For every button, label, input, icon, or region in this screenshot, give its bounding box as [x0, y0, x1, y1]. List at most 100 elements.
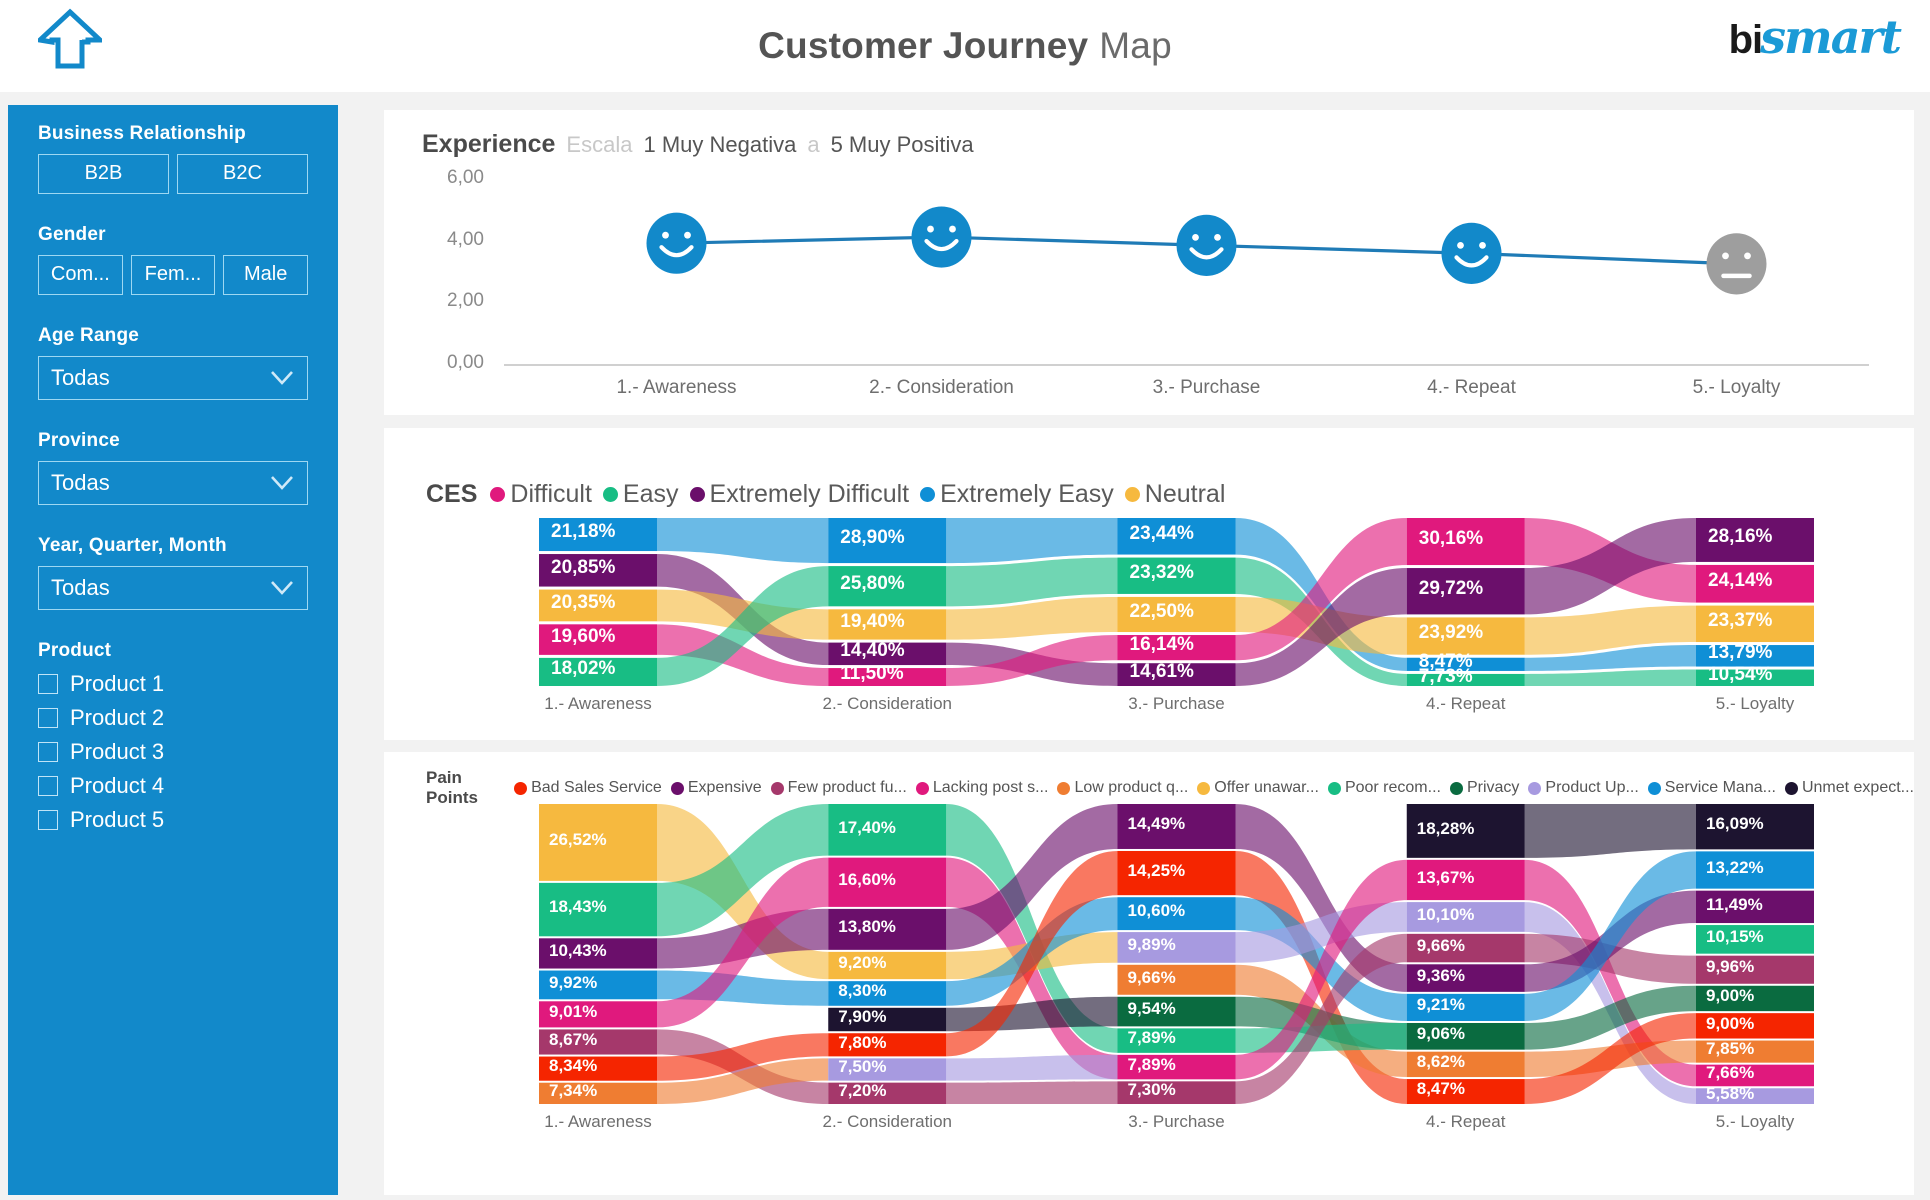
sankey-node[interactable]: [1406, 1079, 1525, 1104]
sankey-node[interactable]: [1696, 1088, 1814, 1104]
sankey-node[interactable]: [828, 566, 947, 607]
sankey-node[interactable]: [1406, 804, 1525, 858]
ces-legend-item[interactable]: Extremely Difficult: [689, 480, 909, 509]
pain-points-legend-item[interactable]: Low product q...: [1057, 779, 1188, 797]
checkbox-icon[interactable]: [38, 742, 58, 762]
pain-points-legend-item[interactable]: Privacy: [1449, 779, 1519, 797]
sankey-node[interactable]: [1117, 964, 1236, 995]
sankey-node[interactable]: [1696, 1013, 1814, 1039]
sankey-node[interactable]: [539, 1001, 657, 1028]
sankey-node[interactable]: [1696, 890, 1814, 924]
sankey-ribbon[interactable]: [1524, 669, 1696, 686]
sankey-node[interactable]: [1696, 925, 1814, 954]
neutral-face-icon[interactable]: [1706, 233, 1767, 295]
sankey-node[interactable]: [1696, 985, 1814, 1012]
pain-points-legend-item[interactable]: Lacking post s...: [915, 779, 1048, 797]
sankey-node[interactable]: [539, 518, 657, 552]
sankey-node[interactable]: [1696, 645, 1814, 667]
sankey-node[interactable]: [1406, 657, 1525, 671]
pain-points-legend-item[interactable]: Service Mana...: [1647, 779, 1776, 797]
sankey-node[interactable]: [828, 951, 947, 980]
province-dropdown[interactable]: Todas: [38, 461, 308, 505]
sankey-node[interactable]: [539, 657, 657, 686]
sankey-node[interactable]: [539, 882, 657, 937]
sankey-ribbon[interactable]: [946, 1054, 1118, 1081]
sankey-node[interactable]: [1117, 804, 1236, 849]
sankey-node[interactable]: [1406, 673, 1525, 686]
sankey-node[interactable]: [1696, 804, 1814, 850]
sankey-node[interactable]: [539, 554, 657, 587]
sankey-node[interactable]: [1696, 955, 1814, 984]
sankey-node[interactable]: [539, 1056, 657, 1081]
happy-face-icon[interactable]: [1441, 222, 1502, 284]
sankey-node[interactable]: [1117, 1081, 1236, 1104]
checkbox-icon[interactable]: [38, 810, 58, 830]
sankey-ribbon[interactable]: [1524, 804, 1696, 858]
pain-points-legend-item[interactable]: Poor recom...: [1327, 779, 1441, 797]
sankey-ribbon[interactable]: [946, 518, 1118, 564]
sankey-ribbon[interactable]: [946, 1081, 1118, 1104]
product-checkbox-row-2[interactable]: Product 2: [38, 705, 308, 731]
sankey-node[interactable]: [1117, 518, 1236, 555]
br-option-b2c[interactable]: B2C: [177, 154, 308, 194]
product-checkbox-row-3[interactable]: Product 3: [38, 739, 308, 765]
sankey-node[interactable]: [1696, 1040, 1814, 1063]
sankey-node[interactable]: [1696, 669, 1814, 686]
sankey-node[interactable]: [828, 518, 947, 564]
sankey-node[interactable]: [828, 908, 947, 950]
sankey-node[interactable]: [828, 642, 947, 666]
happy-face-icon[interactable]: [911, 206, 972, 268]
sankey-node[interactable]: [1406, 933, 1525, 963]
sankey-node[interactable]: [539, 1082, 657, 1104]
gender-option-female[interactable]: Fem...: [130, 255, 216, 295]
sankey-node[interactable]: [1406, 902, 1525, 932]
sankey-node[interactable]: [828, 1058, 947, 1081]
sankey-node[interactable]: [1117, 557, 1236, 594]
pain-points-legend-item[interactable]: Product Up...: [1528, 779, 1639, 797]
checkbox-icon[interactable]: [38, 776, 58, 796]
pain-points-legend-item[interactable]: Unmet expect...: [1784, 779, 1914, 797]
product-checkbox-row-4[interactable]: Product 4: [38, 773, 308, 799]
checkbox-icon[interactable]: [38, 708, 58, 728]
sankey-node[interactable]: [1117, 1054, 1236, 1080]
happy-face-icon[interactable]: [646, 212, 707, 274]
ces-legend-item[interactable]: Neutral: [1124, 480, 1225, 509]
sankey-node[interactable]: [828, 981, 947, 1006]
sankey-node[interactable]: [1696, 518, 1814, 562]
sankey-node[interactable]: [1117, 596, 1236, 633]
sankey-node[interactable]: [1696, 851, 1814, 889]
sankey-node[interactable]: [1117, 932, 1236, 963]
sankey-node[interactable]: [828, 609, 947, 640]
sankey-node[interactable]: [1406, 518, 1525, 566]
sankey-node[interactable]: [1406, 1051, 1525, 1078]
sankey-node[interactable]: [1117, 897, 1236, 931]
sankey-node[interactable]: [1696, 1064, 1814, 1087]
period-dropdown[interactable]: Todas: [38, 566, 308, 610]
sankey-node[interactable]: [539, 804, 657, 881]
sankey-node[interactable]: [1696, 564, 1814, 603]
sankey-node[interactable]: [1117, 663, 1236, 686]
sankey-node[interactable]: [1406, 993, 1525, 1021]
pain-points-legend-item[interactable]: Few product fu...: [770, 779, 907, 797]
happy-face-icon[interactable]: [1176, 214, 1237, 276]
age-range-dropdown[interactable]: Todas: [38, 356, 308, 400]
br-option-b2b[interactable]: B2B: [38, 154, 169, 194]
sankey-node[interactable]: [1117, 996, 1236, 1027]
checkbox-icon[interactable]: [38, 674, 58, 694]
ces-legend-item[interactable]: Difficult: [490, 480, 592, 509]
sankey-node[interactable]: [1406, 1022, 1525, 1050]
sankey-node[interactable]: [1406, 859, 1525, 901]
ces-legend-item[interactable]: Easy: [602, 480, 679, 509]
pain-points-legend-item[interactable]: Offer unawar...: [1197, 779, 1319, 797]
sankey-ribbon[interactable]: [657, 518, 829, 564]
sankey-node[interactable]: [539, 589, 657, 622]
gender-option-company[interactable]: Com...: [38, 255, 123, 295]
product-checkbox-row-5[interactable]: Product 5: [38, 807, 308, 833]
sankey-node[interactable]: [828, 857, 947, 907]
sankey-node[interactable]: [1696, 605, 1814, 643]
pain-points-legend-item[interactable]: Bad Sales Service: [514, 779, 662, 797]
pain-points-legend-item[interactable]: Expensive: [670, 779, 762, 797]
sankey-node[interactable]: [828, 1082, 947, 1104]
sankey-node[interactable]: [1406, 568, 1525, 615]
sankey-node[interactable]: [828, 1033, 947, 1057]
